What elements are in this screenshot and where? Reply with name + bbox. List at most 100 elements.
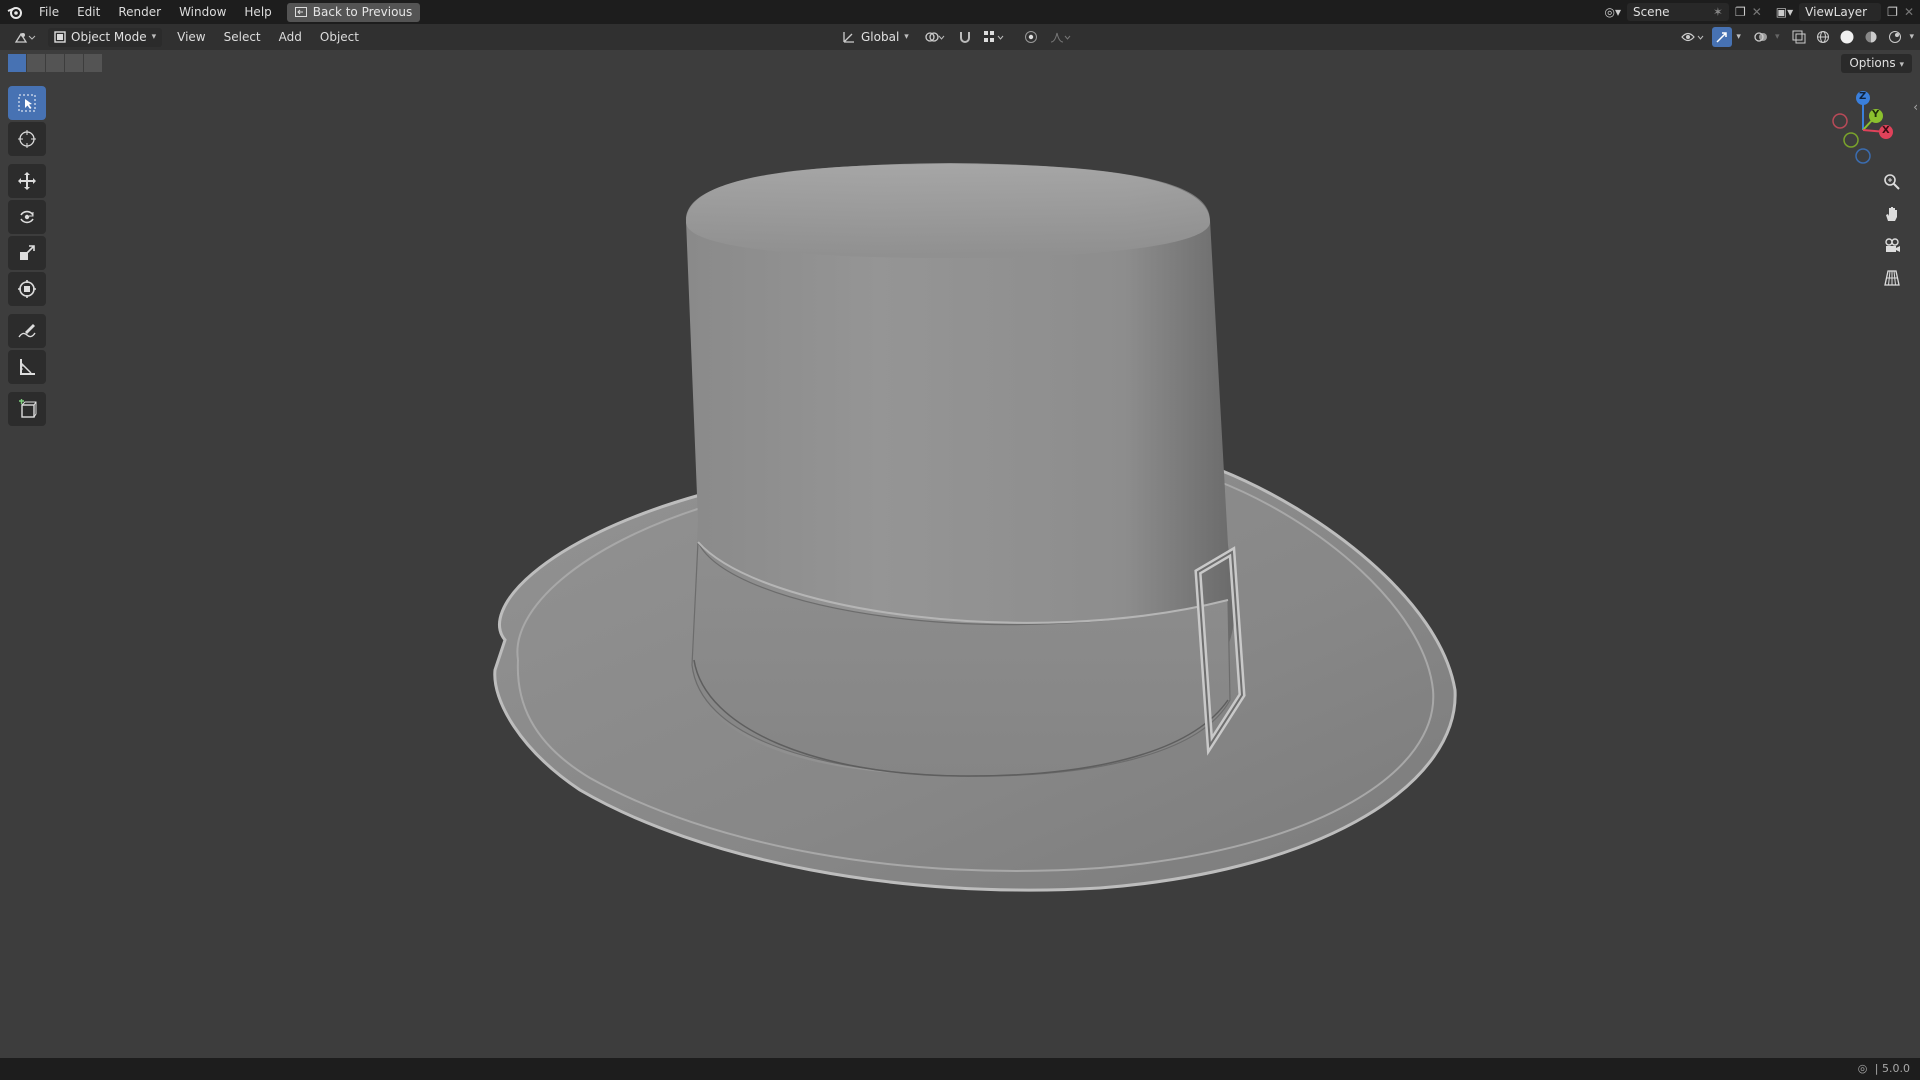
shading-options-chevron-icon[interactable]: ▾ [1909, 32, 1914, 42]
negative-z-axis-handle-icon[interactable] [1855, 148, 1871, 164]
version-separator: | [1874, 1062, 1882, 1075]
sidebar-toggle-chevron-icon[interactable]: ‹ [1913, 100, 1918, 114]
back-icon [294, 7, 307, 17]
select-box-tool[interactable] [8, 86, 46, 120]
new-view-layer-icon[interactable]: ❐ [1887, 5, 1898, 19]
chevron-down-icon: ▾ [151, 31, 157, 42]
gizmo-options-chevron-icon[interactable]: ▾ [1736, 32, 1741, 42]
navigation-gizmo[interactable]: Z Y X [1828, 88, 1898, 168]
menu-help[interactable]: Help [235, 0, 280, 24]
cursor-tool[interactable] [8, 122, 46, 156]
menu-view[interactable]: View [168, 24, 214, 50]
blender-logo-icon[interactable] [0, 0, 30, 24]
options-dropdown[interactable]: Options ▾ [1841, 54, 1912, 73]
perspective-toggle-icon[interactable] [1878, 264, 1906, 292]
top-right-controls: ◎▾ Scene ✶ ❐ ✕ ▣▾ ViewLayer ❐ ✕ [1604, 0, 1920, 24]
overlays-toggle-icon[interactable] [1751, 27, 1771, 47]
measure-tool[interactable] [8, 350, 46, 384]
annotate-icon [18, 324, 36, 338]
pin-icon[interactable]: ✶ [1713, 3, 1723, 21]
overlays-options-chevron-icon[interactable]: ▾ [1775, 32, 1780, 42]
view-layer-name: ViewLayer [1805, 5, 1868, 19]
cursor-icon [18, 130, 36, 148]
object-mode-icon [54, 31, 66, 43]
select-intersect-icon[interactable] [84, 54, 102, 72]
negative-x-axis-handle-icon[interactable] [1832, 113, 1848, 129]
gizmo-z-label: Z [1859, 91, 1867, 102]
back-to-previous-button[interactable]: Back to Previous [286, 2, 421, 22]
select-invert-icon[interactable] [65, 54, 83, 72]
hat-band [691, 541, 1231, 777]
select-box-icon [18, 94, 36, 112]
proportional-editing-icon[interactable] [1021, 27, 1041, 47]
top-menu-bar: File Edit Render Window Help Back to Pre… [0, 0, 1920, 24]
menu-edit[interactable]: Edit [68, 0, 109, 24]
rotate-icon [20, 210, 34, 224]
select-new-icon[interactable] [8, 54, 26, 72]
gizmo-toggle-icon[interactable] [1712, 27, 1733, 47]
view-layer-field[interactable]: ViewLayer [1799, 3, 1882, 21]
hat-top [686, 164, 1210, 258]
menu-add[interactable]: Add [270, 24, 311, 50]
menu-window[interactable]: Window [170, 0, 235, 24]
move-icon [18, 172, 36, 190]
chevron-down-icon: ▾ [1899, 60, 1904, 70]
snap-target-icon[interactable] [981, 27, 1007, 47]
scale-tool[interactable] [8, 236, 46, 270]
visibility-icon[interactable] [1678, 27, 1708, 47]
tool-shelf [8, 86, 48, 426]
top-hat-model[interactable] [493, 163, 1457, 892]
add-cube-icon [19, 399, 37, 418]
xray-toggle-icon[interactable] [1789, 27, 1809, 47]
menu-render[interactable]: Render [109, 0, 170, 24]
remove-scene-icon[interactable]: ✕ [1752, 5, 1762, 19]
hat-brim [493, 468, 1457, 892]
pivot-point-icon[interactable] [921, 27, 949, 47]
new-scene-icon[interactable]: ❐ [1735, 5, 1746, 19]
move-tool[interactable] [8, 164, 46, 198]
scene-name: Scene [1632, 5, 1670, 19]
transform-orientation-dropdown[interactable]: Global ▾ [836, 28, 915, 47]
scene-selector-icon[interactable]: ◎▾ [1604, 5, 1621, 19]
view-navigation-buttons [1878, 168, 1906, 292]
hat-buckle [1194, 546, 1246, 756]
menu-select[interactable]: Select [215, 24, 270, 50]
orientation-icon [842, 30, 856, 44]
scale-icon [20, 245, 35, 260]
scene-name-field[interactable]: Scene ✶ [1626, 3, 1729, 21]
zoom-icon[interactable] [1878, 168, 1906, 196]
wireframe-shading-icon[interactable] [1813, 27, 1833, 47]
negative-y-axis-handle-icon[interactable] [1843, 132, 1859, 148]
menu-object[interactable]: Object [311, 24, 368, 50]
pan-hand-icon[interactable] [1878, 200, 1906, 228]
gizmo-x-label: X [1882, 125, 1890, 136]
version-label: 5.0.0 [1882, 1062, 1910, 1075]
measure-icon [20, 359, 35, 375]
editor-type-icon[interactable] [8, 27, 42, 47]
view-layer-selector-icon[interactable]: ▣▾ [1776, 5, 1793, 19]
back-to-previous-label: Back to Previous [312, 4, 413, 19]
globe-icon: ◎ [1857, 1062, 1868, 1075]
menu-file[interactable]: File [30, 0, 68, 24]
solid-shading-icon[interactable] [1837, 27, 1857, 47]
material-preview-shading-icon[interactable] [1861, 27, 1881, 47]
select-subtract-icon[interactable] [46, 54, 64, 72]
snap-toggle-icon[interactable] [955, 27, 975, 47]
viewport-canvas[interactable] [0, 0, 1920, 1080]
annotate-tool[interactable] [8, 314, 46, 348]
options-label: Options [1849, 56, 1896, 70]
orientation-label: Global [861, 29, 900, 44]
object-mode-dropdown[interactable]: Object Mode ▾ [48, 27, 163, 47]
rotate-tool[interactable] [8, 200, 46, 234]
rendered-shading-icon[interactable] [1885, 27, 1905, 47]
transform-icon [18, 280, 36, 298]
add-cube-tool[interactable] [8, 392, 46, 426]
falloff-curve-icon[interactable] [1047, 27, 1075, 47]
hat-crown [686, 163, 1236, 775]
select-extend-icon[interactable] [27, 54, 45, 72]
transform-tool[interactable] [8, 272, 46, 306]
camera-view-icon[interactable] [1878, 232, 1906, 260]
version-info: ◎ | 5.0.0 [1858, 1058, 1910, 1080]
gizmo-y-label: Y [1872, 109, 1880, 120]
remove-view-layer-icon[interactable]: ✕ [1904, 5, 1914, 19]
